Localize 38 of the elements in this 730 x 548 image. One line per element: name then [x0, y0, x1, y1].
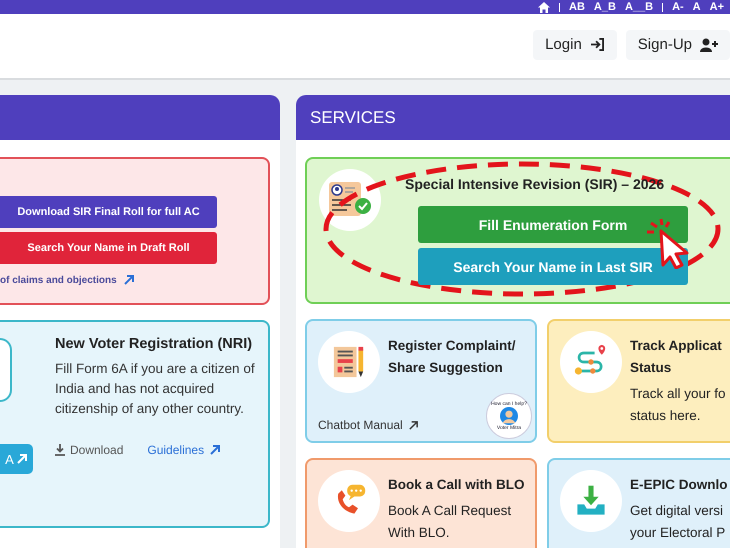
login-icon [590, 38, 605, 51]
user-add-icon [700, 38, 718, 52]
card-title: E-EPIC Downlo [630, 476, 728, 494]
service-card[interactable]: E-EPIC Downlo Get digital versi your Electoral P [547, 458, 730, 548]
roll-button[interactable]: Search Your Name in Draft Roll [0, 232, 217, 264]
card-description: Get digital versi your Electoral P [630, 502, 726, 542]
card-title: Register Complaint/ Share Suggestion [388, 337, 516, 377]
text-spacing-option[interactable]: A_B [594, 1, 616, 13]
card-description: Track all your fo status here. [630, 385, 726, 425]
service-card[interactable]: Book a Call with BLO Book A Call Request With BLO. [305, 458, 537, 548]
external-link-icon [209, 444, 222, 456]
document-pencil-icon [332, 345, 366, 379]
home-icon[interactable] [538, 2, 550, 12]
text-spacing-option[interactable]: AB [569, 1, 585, 13]
text-spacing-option[interactable]: A__B [624, 1, 654, 13]
external-link-icon [408, 420, 419, 430]
services-title: SERVICES [310, 108, 396, 128]
card-description: Book A Call Request With BLO. [388, 502, 512, 542]
guidelines-link[interactable]: Guidelines [147, 443, 222, 457]
card-title: Special Intensive Revision (SIR) – 2026 [405, 176, 666, 192]
card-title: Book a Call with BLO [388, 476, 525, 494]
user-silhouette-icon [500, 407, 518, 425]
external-link-icon [122, 274, 135, 286]
font-size-option[interactable]: A+ [710, 1, 724, 13]
external-link-icon [16, 453, 28, 465]
roll-button[interactable]: Download SIR Final Roll for full AC [0, 196, 217, 228]
download-icon [55, 444, 65, 456]
sign-up-button[interactable]: Sign-Up [626, 30, 730, 60]
font-size-option[interactable]: A [692, 1, 701, 13]
service-card[interactable]: Track Applicat Status Track all your fo status here. [547, 319, 730, 443]
login-button[interactable]: Login [533, 30, 617, 60]
download-link[interactable]: Download [55, 443, 124, 457]
card-title: Track Applicat Status [630, 337, 723, 377]
claims-link[interactable]: of claims and objections [0, 274, 268, 286]
chatbot-manual-link[interactable]: Chatbot Manual [318, 418, 419, 432]
card-title: New Voter Registration (NRI) [55, 336, 254, 352]
card-description: Fill Form 6A if you are a citizen of India and has not acquired citizenship of any other country. [55, 360, 256, 418]
font-size-option[interactable]: A- [672, 1, 684, 13]
